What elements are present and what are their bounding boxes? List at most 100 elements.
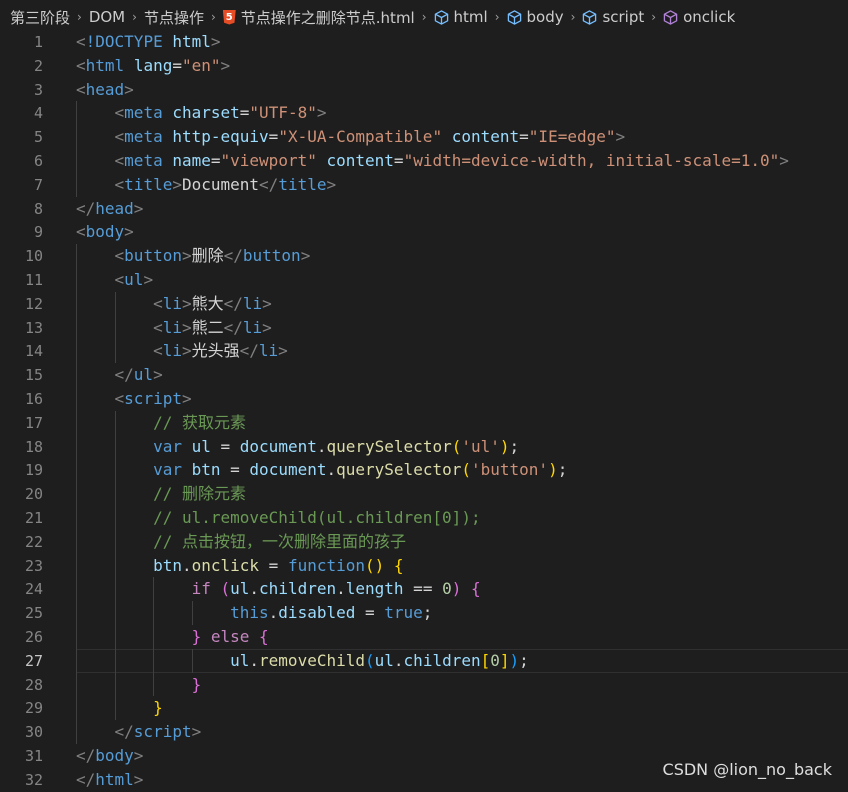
breadcrumb-item[interactable]: 第三阶段 bbox=[10, 7, 70, 28]
code-token: () bbox=[365, 555, 385, 575]
code-text: // 获取元素 bbox=[76, 411, 246, 435]
breadcrumb-separator: › bbox=[570, 10, 576, 24]
code-line[interactable]: 29 } bbox=[0, 696, 848, 720]
code-line[interactable]: 22 // 点击按钮，一次删除里面的孩子 bbox=[0, 530, 848, 554]
breadcrumb-item[interactable]: html bbox=[434, 8, 488, 26]
breadcrumb-separator: › bbox=[494, 10, 500, 24]
code-line[interactable]: 14 <li>光头强</li> bbox=[0, 339, 848, 363]
code-line[interactable]: 13 <li>熊二</li> bbox=[0, 316, 848, 340]
code-line[interactable]: 23 btn.onclick = function() { bbox=[0, 554, 848, 578]
code-token: = bbox=[210, 436, 240, 456]
line-number: 17 bbox=[24, 413, 43, 432]
code-token: </ bbox=[114, 365, 134, 385]
code-editor[interactable]: 1 <!DOCTYPE html> 2 <html lang="en"> 3 <head>… bbox=[0, 30, 848, 789]
watermark: CSDN @lion_no_back bbox=[662, 760, 832, 779]
code-token: html bbox=[172, 32, 211, 51]
breadcrumb-item[interactable]: onclick bbox=[663, 8, 735, 26]
code-token: } bbox=[153, 698, 163, 718]
line-number: 21 bbox=[24, 509, 43, 527]
breadcrumb-item[interactable]: 5 节点操作之删除节点.html bbox=[222, 7, 415, 28]
code-token: ul bbox=[133, 365, 154, 385]
breadcrumb-separator: › bbox=[210, 10, 216, 24]
breadcrumb-item[interactable]: 节点操作 bbox=[144, 7, 204, 28]
code-token: < bbox=[114, 103, 125, 123]
code-token: ) bbox=[499, 436, 510, 456]
code-line[interactable]: 12 <li>熊大</li> bbox=[0, 292, 848, 316]
code-token: > bbox=[143, 270, 154, 289]
code-text: </html> bbox=[76, 768, 143, 792]
code-token: </ bbox=[76, 746, 96, 765]
breadcrumb-item[interactable]: body bbox=[507, 8, 564, 26]
code-token: = bbox=[172, 55, 182, 75]
code-line[interactable]: 9 <body> bbox=[0, 220, 848, 244]
code-text: <li>熊大</li> bbox=[76, 292, 272, 316]
code-line[interactable]: 11 <ul> bbox=[0, 268, 848, 292]
line-number: 6 bbox=[33, 152, 43, 170]
code-token: Document bbox=[181, 174, 260, 194]
code-token: // 删除元素 bbox=[153, 484, 246, 504]
line-number: 28 bbox=[24, 675, 43, 694]
code-token: document bbox=[249, 460, 327, 480]
breadcrumb-item[interactable]: DOM bbox=[89, 8, 125, 26]
code-line[interactable]: 4 <meta charset="UTF-8"> bbox=[0, 101, 848, 125]
code-token: </ bbox=[223, 246, 243, 266]
code-token: = bbox=[519, 127, 529, 147]
code-line[interactable]: 2 <html lang="en"> bbox=[0, 54, 848, 78]
code-token: </ bbox=[239, 341, 259, 361]
code-line[interactable]: 16 <script> bbox=[0, 387, 848, 411]
code-line[interactable]: 30 </script> bbox=[0, 720, 848, 744]
code-line[interactable]: 21 // ul.removeChild(ul.children[0]); bbox=[0, 506, 848, 530]
code-line[interactable]: 1 <!DOCTYPE html> bbox=[0, 30, 848, 54]
code-line[interactable]: 28 } bbox=[0, 673, 848, 697]
code-line[interactable]: 15 </ul> bbox=[0, 363, 848, 387]
code-text: <li>熊二</li> bbox=[76, 316, 272, 340]
code-text: ul.removeChild(ul.children[0]); bbox=[76, 649, 529, 673]
code-token: charset bbox=[172, 103, 240, 123]
code-line[interactable]: 3 <head> bbox=[0, 78, 848, 102]
indent-guide bbox=[191, 601, 193, 625]
code-line[interactable]: 25 this.disabled = true; bbox=[0, 601, 848, 625]
code-token: children bbox=[403, 650, 481, 670]
cube-icon bbox=[582, 9, 597, 25]
line-number: 8 bbox=[33, 199, 43, 218]
breadcrumb-item[interactable]: script bbox=[582, 8, 644, 26]
code-text: <body> bbox=[76, 220, 134, 244]
code-line[interactable]: 24 if (ul.children.length == 0) { bbox=[0, 577, 848, 601]
code-token: > bbox=[181, 317, 192, 337]
code-token: > bbox=[220, 55, 231, 75]
code-token: } bbox=[191, 674, 202, 694]
code-line[interactable]: 17 // 获取元素 bbox=[0, 411, 848, 435]
line-number: 15 bbox=[24, 366, 43, 385]
code-line[interactable]: 26 } else { bbox=[0, 625, 848, 649]
code-text: <ul> bbox=[76, 268, 154, 292]
code-text: <title>Document</title> bbox=[76, 173, 337, 197]
code-token: btn bbox=[191, 460, 221, 480]
code-line[interactable]: 18 var ul = document.querySelector('ul')… bbox=[0, 435, 848, 459]
line-number: 18 bbox=[24, 437, 43, 456]
code-line[interactable]: 19 var btn = document.querySelector('but… bbox=[0, 458, 848, 482]
code-line[interactable]: 6 <meta name="viewport" content="width=d… bbox=[0, 149, 848, 173]
code-token: > bbox=[278, 341, 288, 361]
code-line[interactable]: 20 // 删除元素 bbox=[0, 482, 848, 506]
code-token: </ bbox=[76, 769, 96, 789]
code-token: </ bbox=[114, 722, 134, 742]
code-token: < bbox=[153, 293, 163, 313]
code-line[interactable]: 5 <meta http-equiv="X-UA-Compatible" con… bbox=[0, 125, 848, 149]
code-token: < bbox=[153, 341, 163, 361]
code-token: ( bbox=[461, 460, 471, 480]
breadcrumb-label: onclick bbox=[683, 8, 736, 26]
code-line[interactable]: 8 </head> bbox=[0, 197, 848, 221]
breadcrumb-label: body bbox=[526, 8, 564, 26]
code-line[interactable]: 10 <button>删除</button> bbox=[0, 244, 848, 268]
code-text: var ul = document.querySelector('ul'); bbox=[76, 435, 519, 459]
code-line[interactable]: 27 ul.removeChild(ul.children[0]); bbox=[0, 648, 848, 673]
code-line[interactable]: 7 <title>Document</title> bbox=[0, 173, 848, 197]
code-token: = bbox=[268, 127, 279, 147]
